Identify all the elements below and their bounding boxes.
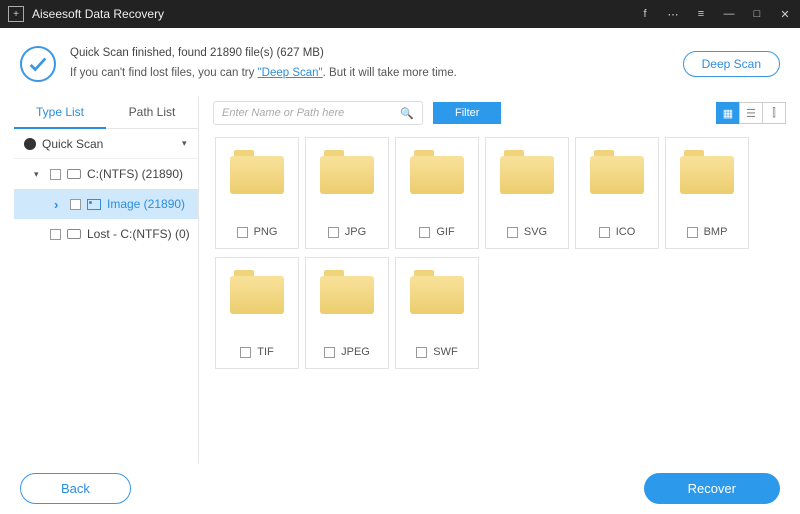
checkbox[interactable] <box>507 227 518 238</box>
view-toggle: ▦ ☰ ⫿ <box>717 102 786 124</box>
folder-card[interactable]: PNG <box>215 137 299 249</box>
status-line-2: If you can't find lost files, you can tr… <box>70 64 683 84</box>
dot-icon <box>24 138 36 150</box>
tree-quick-scan[interactable]: Quick Scan <box>14 129 198 159</box>
checkbox[interactable] <box>324 347 335 358</box>
folder-label: JPEG <box>341 346 370 358</box>
detail-view-button[interactable]: ⫿ <box>762 102 786 124</box>
folder-card[interactable]: JPG <box>305 137 389 249</box>
folder-card[interactable]: BMP <box>665 137 749 249</box>
chevron-right-icon[interactable] <box>54 197 64 212</box>
folder-card[interactable]: GIF <box>395 137 479 249</box>
checkbox[interactable] <box>599 227 610 238</box>
folder-icon <box>500 150 554 194</box>
facebook-icon[interactable]: f <box>638 7 652 21</box>
chevron-down-icon[interactable] <box>34 169 44 180</box>
folder-icon <box>320 270 374 314</box>
checkbox[interactable] <box>416 347 427 358</box>
tab-path-list[interactable]: Path List <box>106 97 198 129</box>
image-icon <box>87 199 101 210</box>
folder-card[interactable]: SVG <box>485 137 569 249</box>
folder-icon <box>230 270 284 314</box>
folder-icon <box>410 270 464 314</box>
drive-icon <box>67 229 81 239</box>
recover-button[interactable]: Recover <box>644 473 780 504</box>
checkbox[interactable] <box>70 199 81 210</box>
search-placeholder: Enter Name or Path here <box>222 107 400 119</box>
folder-label: TIF <box>257 346 274 358</box>
maximize-icon[interactable]: □ <box>750 7 764 21</box>
search-input[interactable]: Enter Name or Path here 🔍 <box>213 101 423 125</box>
folder-icon <box>590 150 644 194</box>
tree-quick-scan-label: Quick Scan <box>42 137 103 151</box>
folder-label: PNG <box>254 226 278 238</box>
app-title: Aiseesoft Data Recovery <box>32 7 638 21</box>
back-button[interactable]: Back <box>20 473 131 504</box>
chevron-down-icon[interactable] <box>182 138 192 149</box>
folder-label: JPG <box>345 226 366 238</box>
checkbox[interactable] <box>687 227 698 238</box>
titlebar: Aiseesoft Data Recovery f ⋯ ≡ — □ ✕ <box>0 0 800 28</box>
feedback-icon[interactable]: ⋯ <box>666 7 680 21</box>
tree-lost-label: Lost - C:(NTFS) (0) <box>87 227 190 241</box>
tree-drive-c[interactable]: C:(NTFS) (21890) <box>14 159 198 189</box>
checkbox[interactable] <box>237 227 248 238</box>
folder-icon <box>320 150 374 194</box>
tree-lost[interactable]: Lost - C:(NTFS) (0) <box>14 219 198 249</box>
search-icon: 🔍 <box>400 107 414 120</box>
folder-card[interactable]: ICO <box>575 137 659 249</box>
status-line-1: Quick Scan finished, found 21890 file(s)… <box>70 44 683 64</box>
folder-label: SVG <box>524 226 547 238</box>
tree-drive-c-label: C:(NTFS) (21890) <box>87 167 183 181</box>
checkmark-icon <box>20 46 56 82</box>
tab-type-list[interactable]: Type List <box>14 97 106 129</box>
grid-view-button[interactable]: ▦ <box>716 102 740 124</box>
sidebar: Type List Path List Quick Scan C:(NTFS) … <box>14 97 199 463</box>
filter-button[interactable]: Filter <box>433 102 501 124</box>
checkbox[interactable] <box>50 229 61 240</box>
folder-card[interactable]: JPEG <box>305 257 389 369</box>
folder-label: SWF <box>433 346 457 358</box>
folder-label: BMP <box>704 226 728 238</box>
app-icon <box>8 6 24 22</box>
folder-label: GIF <box>436 226 454 238</box>
minimize-icon[interactable]: — <box>722 7 736 21</box>
folder-icon <box>230 150 284 194</box>
checkbox[interactable] <box>240 347 251 358</box>
tree-image-label: Image (21890) <box>107 197 185 211</box>
folder-label: ICO <box>616 226 636 238</box>
status-banner: Quick Scan finished, found 21890 file(s)… <box>14 40 786 97</box>
checkbox[interactable] <box>419 227 430 238</box>
menu-icon[interactable]: ≡ <box>694 7 708 21</box>
folder-grid: PNG JPG GIF SVG ICO BMP TIF JPEG SWF <box>213 133 786 463</box>
folder-icon <box>410 150 464 194</box>
deep-scan-link[interactable]: "Deep Scan" <box>258 67 323 79</box>
checkbox[interactable] <box>328 227 339 238</box>
list-view-button[interactable]: ☰ <box>739 102 763 124</box>
drive-icon <box>67 169 81 179</box>
close-icon[interactable]: ✕ <box>778 7 792 21</box>
tree-image[interactable]: Image (21890) <box>14 189 198 219</box>
deep-scan-button[interactable]: Deep Scan <box>683 51 780 77</box>
folder-card[interactable]: SWF <box>395 257 479 369</box>
checkbox[interactable] <box>50 169 61 180</box>
folder-card[interactable]: TIF <box>215 257 299 369</box>
folder-icon <box>680 150 734 194</box>
